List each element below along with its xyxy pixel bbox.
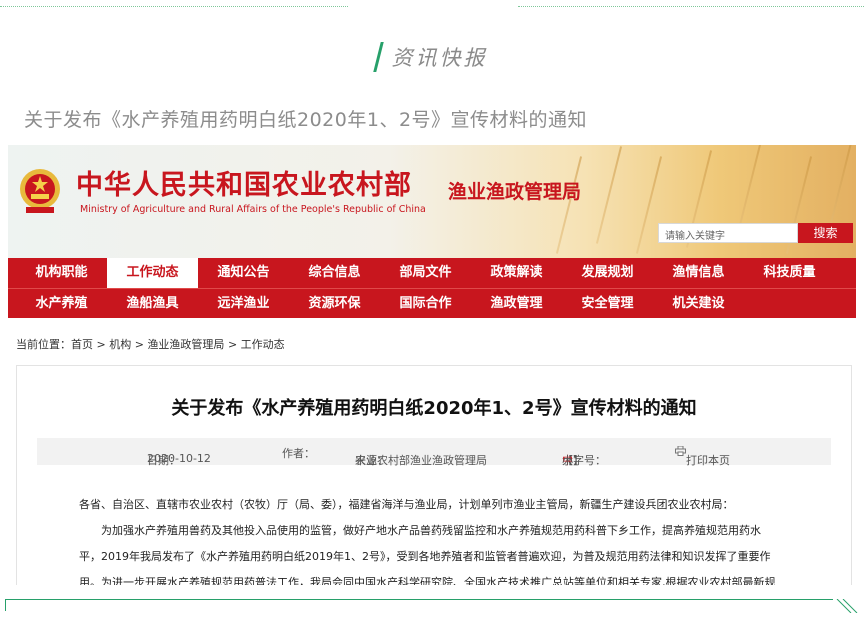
breadcrumb-link[interactable]: 渔业渔政管理局 <box>147 338 224 351</box>
nav-row-2: 水产养殖 渔船渔具 远洋渔业 资源环保 国际合作 渔政管理 安全管理 机关建设 <box>8 288 856 318</box>
breadcrumb: 当前位置：首页 > 机构 > 渔业渔政管理局 > 工作动态 <box>16 336 285 352</box>
bottom-frame-corner-slash <box>836 599 858 613</box>
breadcrumb-separator: > <box>227 338 238 351</box>
nav-item[interactable]: 通知公告 <box>198 258 289 288</box>
nav-item-active[interactable]: 工作动态 <box>107 258 198 288</box>
page: 资讯快报 关于发布《水产养殖用药明白纸2020年1、2号》宣传材料的通知 中华人… <box>0 0 864 619</box>
article-author-label: 作者： <box>282 447 315 460</box>
search-button[interactable]: 搜索 <box>798 223 853 243</box>
nav-item[interactable]: 发展规划 <box>562 258 653 288</box>
ministry-name-cn: 中华人民共和国农业农村部 <box>76 170 412 201</box>
search-input[interactable]: 请输入关键字 <box>658 223 798 243</box>
wheat-decoration <box>595 146 623 244</box>
top-dotted-divider-left <box>0 6 348 7</box>
nav-row-1: 机构职能 工作动态 通知公告 综合信息 部局文件 政策解读 发展规划 渔情信息 … <box>8 258 856 288</box>
wheat-decoration <box>555 156 583 254</box>
nav-item[interactable]: 资源环保 <box>289 289 380 319</box>
nav-item[interactable]: 远洋渔业 <box>198 289 289 319</box>
paragraph: 用。为进一步开展水产养殖规范用药普法工作，我局会同中国水产科学研究院、全国水产技… <box>79 576 776 585</box>
nav-item[interactable]: 科技质量 <box>744 258 835 288</box>
paragraph: 各省、自治区、直辖市农业农村（农牧）厅（局、委），福建省海洋与渔业局，计划单列市… <box>79 498 734 511</box>
paragraph: 为加强水产养殖用兽药及其他投入品使用的监管，做好产地水产品兽药残留监控和水产养殖… <box>101 524 761 537</box>
nav-item[interactable]: 安全管理 <box>562 289 653 319</box>
national-emblem-icon <box>20 169 60 213</box>
nav-item[interactable]: 水产养殖 <box>16 289 107 319</box>
section-accent-bar <box>372 42 384 72</box>
nav-item[interactable]: 渔政管理 <box>471 289 562 319</box>
nav-item[interactable]: 机关建设 <box>653 289 744 319</box>
article-heading: 关于发布《水产养殖用药明白纸2020年1、2号》宣传材料的通知 <box>24 109 588 131</box>
article-title: 关于发布《水产养殖用药明白纸2020年1、2号》宣传材料的通知 <box>171 398 697 419</box>
source-value: 农业农村部渔业渔政管理局 <box>355 454 487 467</box>
print-link[interactable]: 打印本页 <box>675 445 730 467</box>
date-value: 2020-10-12 <box>147 452 211 465</box>
breadcrumb-prefix: 当前位置： <box>16 338 71 351</box>
article-panel: 关于发布《水产养殖用药明白纸2020年1、2号》宣传材料的通知 日期： 2020-… <box>16 365 852 585</box>
main-nav: 机构职能 工作动态 通知公告 综合信息 部局文件 政策解读 发展规划 渔情信息 … <box>8 258 856 318</box>
paragraph: 平，2019年我局发布了《水产养殖用药明白纸2019年1、2号》，受到各地养殖者… <box>79 550 771 563</box>
article-screenshot: 中华人民共和国农业农村部 Ministry of Agriculture and… <box>8 145 856 585</box>
print-label: 打印本页 <box>686 454 730 467</box>
top-dotted-divider-right <box>518 6 864 7</box>
breadcrumb-separator: > <box>134 338 144 351</box>
nav-item[interactable]: 机构职能 <box>16 258 107 288</box>
breadcrumb-current[interactable]: 工作动态 <box>241 338 285 351</box>
nav-item[interactable]: 渔情信息 <box>653 258 744 288</box>
breadcrumb-link[interactable]: 首页 <box>71 338 93 351</box>
breadcrumb-separator: > <box>96 338 106 351</box>
breadcrumb-link[interactable]: 机构 <box>109 338 131 351</box>
nav-item[interactable]: 部局文件 <box>380 258 471 288</box>
nav-item[interactable]: 渔船渔具 <box>107 289 198 319</box>
bottom-frame-corner <box>5 599 6 611</box>
section-header: 资讯快报 <box>0 42 864 76</box>
article-body: 各省、自治区、直辖市农业农村（农牧）厅（局、委），福建省海洋与渔业局，计划单列市… <box>79 492 799 585</box>
ministry-name-en: Ministry of Agriculture and Rural Affair… <box>80 204 426 215</box>
bureau-name: 渔业渔政管理局 <box>448 181 582 203</box>
font-size-small-link[interactable]: 小】 <box>562 452 584 468</box>
article-meta-bar: 日期： 2020-10-12 作者： 来源： 农业农村部渔业渔政管理局 【字号：大 … <box>37 438 831 468</box>
print-icon <box>675 445 686 456</box>
ministry-banner: 中华人民共和国农业农村部 Ministry of Agriculture and… <box>8 145 856 258</box>
nav-item[interactable]: 政策解读 <box>471 258 562 288</box>
nav-item[interactable]: 综合信息 <box>289 258 380 288</box>
nav-item[interactable]: 国际合作 <box>380 289 471 319</box>
bottom-frame-line <box>5 599 833 600</box>
section-title: 资讯快报 <box>391 46 488 70</box>
